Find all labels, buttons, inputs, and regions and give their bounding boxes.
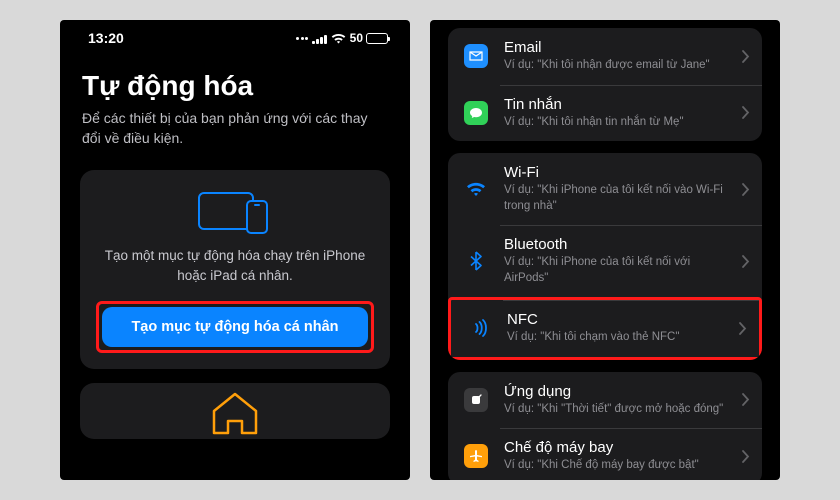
left-screenshot: 13:20 50 Tự động hóa Để các thiết bị của… [60,20,410,480]
row-nfc[interactable]: NFC Ví dụ: "Khi tôi chạm vào thẻ NFC" [448,297,762,360]
status-time: 13:20 [88,30,124,46]
home-automation-card[interactable] [80,383,390,439]
chevron-right-icon [742,255,750,268]
cellular-icon [312,33,327,44]
row-messages[interactable]: Tin nhắn Ví dụ: "Khi tôi nhận tin nhắn t… [448,85,762,142]
chevron-right-icon [742,183,750,196]
status-right: 50 [296,31,388,45]
row-subtitle: Ví dụ: "Khi iPhone của tôi kết nối với A… [504,255,728,286]
row-subtitle: Ví dụ: "Khi Chế độ máy bay được bật" [504,458,728,474]
personal-automation-card: Tạo một mục tự động hóa chạy trên iPhone… [80,170,390,369]
bluetooth-icon [462,251,490,271]
extra-dots-icon [296,37,308,40]
row-title: Bluetooth [504,236,728,253]
page-title: Tự động hóa [82,70,388,102]
battery-indicator: 50 [350,31,388,45]
group-system: Ứng dụng Ví dụ: "Khi "Thời tiết" được mở… [448,372,762,480]
hero: Tự động hóa Để các thiết bị của bạn phản… [60,48,410,148]
home-icon [210,391,260,435]
app-icon [462,388,490,412]
row-title: Email [504,39,728,56]
highlight-marker: Tạo mục tự động hóa cá nhân [96,301,374,353]
nfc-icon [465,318,493,338]
wifi-status-icon [331,33,346,44]
row-email[interactable]: Email Ví dụ: "Khi tôi nhận được email từ… [448,28,762,85]
row-title: Chế độ máy bay [504,439,728,456]
row-title: Ứng dụng [504,383,728,400]
row-title: Tin nhắn [504,96,728,113]
row-subtitle: Ví dụ: "Khi tôi nhận tin nhắn từ Mẹ" [504,115,728,131]
messages-icon [462,101,490,125]
row-subtitle: Ví dụ: "Khi tôi nhận được email từ Jane" [504,58,728,74]
battery-percent: 50 [350,31,363,45]
create-personal-automation-button[interactable]: Tạo mục tự động hóa cá nhân [102,307,368,347]
page-subtitle: Để các thiết bị của bạn phản ứng với các… [82,109,388,148]
email-icon [462,44,490,68]
chevron-right-icon [742,50,750,63]
group-communication: Email Ví dụ: "Khi tôi nhận được email từ… [448,28,762,141]
airplane-icon [462,444,490,468]
row-bluetooth[interactable]: Bluetooth Ví dụ: "Khi iPhone của tôi kết… [448,225,762,297]
cta-label: Tạo mục tự động hóa cá nhân [131,319,338,335]
group-connectivity: Wi-Fi Ví dụ: "Khi iPhone của tôi kết nối… [448,153,762,360]
right-screenshot: Email Ví dụ: "Khi tôi nhận được email từ… [430,20,780,480]
chevron-right-icon [739,322,747,335]
row-subtitle: Ví dụ: "Khi "Thời tiết" được mở hoặc đón… [504,402,728,418]
chevron-right-icon [742,393,750,406]
card-description: Tạo một mục tự động hóa chạy trên iPhone… [96,246,374,287]
status-bar: 13:20 50 [60,20,410,48]
devices-icon [198,190,272,234]
wifi-icon [462,181,490,197]
row-app[interactable]: Ứng dụng Ví dụ: "Khi "Thời tiết" được mở… [448,372,762,429]
row-subtitle: Ví dụ: "Khi tôi chạm vào thẻ NFC" [507,330,725,346]
row-subtitle: Ví dụ: "Khi iPhone của tôi kết nối vào W… [504,183,728,214]
row-title: NFC [507,311,725,328]
row-title: Wi-Fi [504,164,728,181]
chevron-right-icon [742,450,750,463]
row-airplane-mode[interactable]: Chế độ máy bay Ví dụ: "Khi Chế độ máy ba… [448,428,762,480]
chevron-right-icon [742,106,750,119]
row-wifi[interactable]: Wi-Fi Ví dụ: "Khi iPhone của tôi kết nối… [448,153,762,225]
